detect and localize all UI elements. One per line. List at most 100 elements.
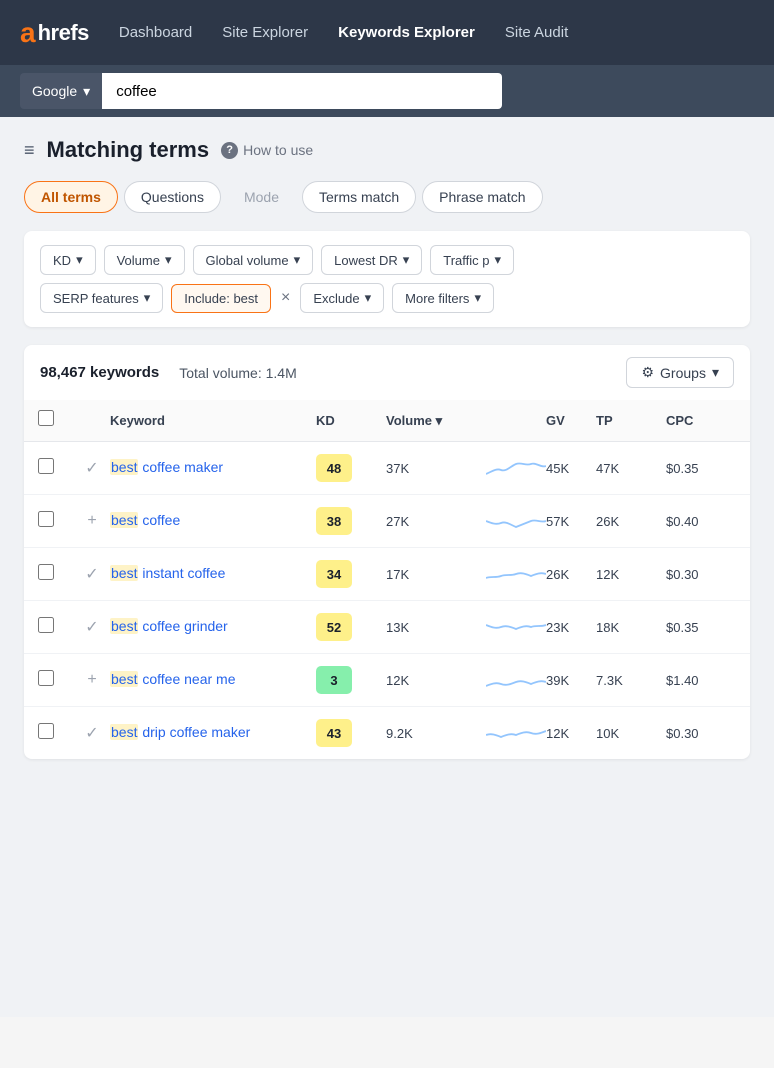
engine-chevron-icon: ▾ <box>83 83 90 100</box>
gv-cell: 26K <box>546 567 596 582</box>
hamburger-icon[interactable]: ≡ <box>24 140 35 161</box>
page-title-row: ≡ Matching terms ? How to use <box>24 137 750 163</box>
filter-more[interactable]: More filters ▾ <box>392 283 494 313</box>
kd-cell: 3 <box>316 666 386 694</box>
keyword-highlight: best <box>110 512 138 528</box>
filter-global-volume[interactable]: Global volume ▾ <box>193 245 314 275</box>
results-section: 98,467 keywords Total volume: 1.4M ⚙ Gro… <box>24 345 750 759</box>
row-action[interactable]: ✓ <box>74 458 110 478</box>
kd-label: KD <box>53 253 71 268</box>
volume-cell: 27K <box>386 514 486 529</box>
traffic-label: Traffic p <box>443 253 489 268</box>
row-checkbox[interactable] <box>38 617 54 633</box>
cpc-cell: $0.40 <box>666 514 736 529</box>
row-action[interactable]: ✓ <box>74 723 110 743</box>
global-volume-label: Global volume <box>206 253 289 268</box>
search-input[interactable] <box>102 73 502 109</box>
groups-button[interactable]: ⚙ Groups ▾ <box>626 357 734 388</box>
row-action[interactable]: ✓ <box>74 564 110 584</box>
tp-cell: 7.3K <box>596 673 666 688</box>
row-checkbox[interactable] <box>38 564 54 580</box>
tab-all-terms[interactable]: All terms <box>24 181 118 213</box>
sparkline-cell <box>486 454 546 482</box>
keyword-link[interactable]: best coffee <box>110 512 180 528</box>
filter-lowest-dr[interactable]: Lowest DR ▾ <box>321 245 422 275</box>
row-checkbox[interactable] <box>38 723 54 739</box>
page-title: Matching terms <box>47 137 210 163</box>
nav-keywords-explorer[interactable]: Keywords Explorer <box>338 24 475 41</box>
kd-cell: 34 <box>316 560 386 588</box>
gv-cell: 12K <box>546 726 596 741</box>
sparkline-chart <box>486 719 546 747</box>
kd-badge: 34 <box>316 560 352 588</box>
row-action[interactable]: + <box>74 512 110 530</box>
logo[interactable]: a hrefs <box>20 19 89 47</box>
row-checkbox[interactable] <box>38 511 54 527</box>
sparkline-chart <box>486 666 546 694</box>
serp-features-arrow-icon: ▾ <box>144 290 151 306</box>
exclude-label: Exclude <box>313 291 359 306</box>
keyword-link[interactable]: best coffee maker <box>110 459 223 475</box>
exclude-arrow-icon: ▾ <box>365 290 372 306</box>
row-action[interactable]: ✓ <box>74 617 110 637</box>
kd-cell: 43 <box>316 719 386 747</box>
cpc-cell: $0.30 <box>666 567 736 582</box>
search-engine-button[interactable]: Google ▾ <box>20 73 102 109</box>
groups-arrow-icon: ▾ <box>712 364 719 381</box>
lowest-dr-label: Lowest DR <box>334 253 398 268</box>
header-cpc: CPC <box>666 410 736 431</box>
keyword-cell: best instant coffee <box>110 564 316 584</box>
tab-terms-match[interactable]: Terms match <box>302 181 416 213</box>
keyword-rest: drip coffee maker <box>138 724 250 740</box>
nav-site-audit[interactable]: Site Audit <box>505 24 568 41</box>
keyword-link[interactable]: best coffee grinder <box>110 618 228 634</box>
row-action[interactable]: + <box>74 671 110 689</box>
filter-volume[interactable]: Volume ▾ <box>104 245 185 275</box>
row-checkbox[interactable] <box>38 670 54 686</box>
kd-badge: 38 <box>316 507 352 535</box>
keyword-cell: best drip coffee maker <box>110 723 316 743</box>
filter-kd[interactable]: KD ▾ <box>40 245 96 275</box>
header-tp: TP <box>596 410 666 431</box>
header-action-col <box>74 410 110 431</box>
kd-arrow-icon: ▾ <box>76 252 83 268</box>
sparkline-chart <box>486 613 546 641</box>
tab-questions[interactable]: Questions <box>124 181 221 213</box>
table-row: ✓best coffee maker4837K45K47K$0.35 <box>24 442 750 495</box>
sparkline-cell <box>486 560 546 588</box>
kd-cell: 52 <box>316 613 386 641</box>
header-chart <box>486 410 546 431</box>
filter-include[interactable]: Include: best <box>171 284 271 313</box>
table-header: Keyword KD Volume ▾ GV TP CPC <box>24 400 750 442</box>
tab-phrase-match[interactable]: Phrase match <box>422 181 542 213</box>
keyword-link[interactable]: best drip coffee maker <box>110 724 250 740</box>
kd-badge: 3 <box>316 666 352 694</box>
include-clear-button[interactable]: × <box>279 290 292 306</box>
logo-bracket: a <box>20 19 36 47</box>
keyword-cell: best coffee near me <box>110 670 316 690</box>
logo-text: hrefs <box>38 20 89 46</box>
row-checkbox[interactable] <box>38 458 54 474</box>
filter-exclude[interactable]: Exclude ▾ <box>300 283 384 313</box>
keyword-highlight: best <box>110 459 138 475</box>
keyword-link[interactable]: best coffee near me <box>110 671 236 687</box>
traffic-arrow-icon: ▾ <box>495 252 502 268</box>
volume-cell: 9.2K <box>386 726 486 741</box>
keyword-link[interactable]: best instant coffee <box>110 565 225 581</box>
keyword-cell: best coffee grinder <box>110 617 316 637</box>
gv-cell: 39K <box>546 673 596 688</box>
gv-cell: 23K <box>546 620 596 635</box>
serp-features-label: SERP features <box>53 291 139 306</box>
global-volume-arrow-icon: ▾ <box>294 252 301 268</box>
filter-traffic[interactable]: Traffic p ▾ <box>430 245 514 275</box>
nav-site-explorer[interactable]: Site Explorer <box>222 24 308 41</box>
how-to-use-link[interactable]: ? How to use <box>221 142 313 159</box>
nav-dashboard[interactable]: Dashboard <box>119 24 192 41</box>
header-volume[interactable]: Volume ▾ <box>386 410 486 431</box>
select-all-checkbox[interactable] <box>38 410 54 426</box>
more-filters-label: More filters <box>405 291 469 306</box>
sparkline-chart <box>486 454 546 482</box>
volume-cell: 13K <box>386 620 486 635</box>
filter-serp-features[interactable]: SERP features ▾ <box>40 283 163 313</box>
include-label: Include: best <box>184 291 258 306</box>
